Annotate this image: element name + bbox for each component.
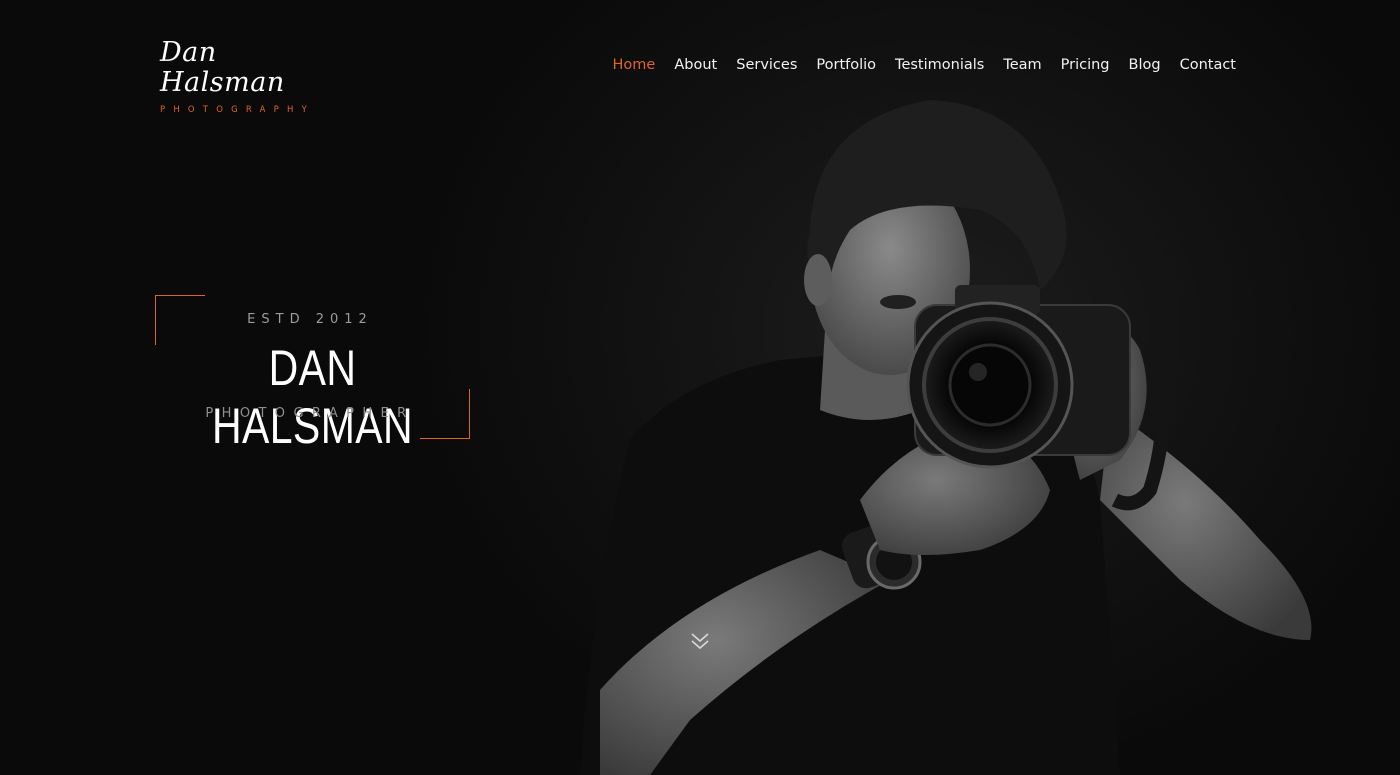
hero-name: DAN HALSMAN <box>211 340 414 454</box>
nav-contact[interactable]: Contact <box>1180 54 1236 76</box>
brand-name: Dan Halsman <box>160 37 285 98</box>
brand-logo[interactable]: Dan Halsman PHOTOGRAPHY <box>160 37 340 116</box>
hero-role: PHOTOGRAPHER <box>205 406 415 421</box>
brand-tagline: PHOTOGRAPHY <box>160 105 315 115</box>
nav-pricing[interactable]: Pricing <box>1061 54 1110 76</box>
nav-testimonials[interactable]: Testimonials <box>895 54 984 76</box>
hero-section: Dan Halsman PHOTOGRAPHY Home About Servi… <box>0 0 1400 775</box>
hero-title-block: ESTD 2012 DAN HALSMAN PHOTOGRAPHER <box>155 295 470 454</box>
established-year: ESTD 2012 <box>247 312 373 327</box>
main-nav: Home About Services Portfolio Testimonia… <box>594 54 1236 76</box>
nav-services[interactable]: Services <box>736 54 797 76</box>
photographer-image <box>580 100 1312 775</box>
nav-team[interactable]: Team <box>1003 54 1041 76</box>
nav-portfolio[interactable]: Portfolio <box>816 54 876 76</box>
nav-about[interactable]: About <box>674 54 717 76</box>
nav-blog[interactable]: Blog <box>1129 54 1161 76</box>
nav-home[interactable]: Home <box>613 54 656 76</box>
double-chevron-down-icon[interactable] <box>689 632 711 652</box>
